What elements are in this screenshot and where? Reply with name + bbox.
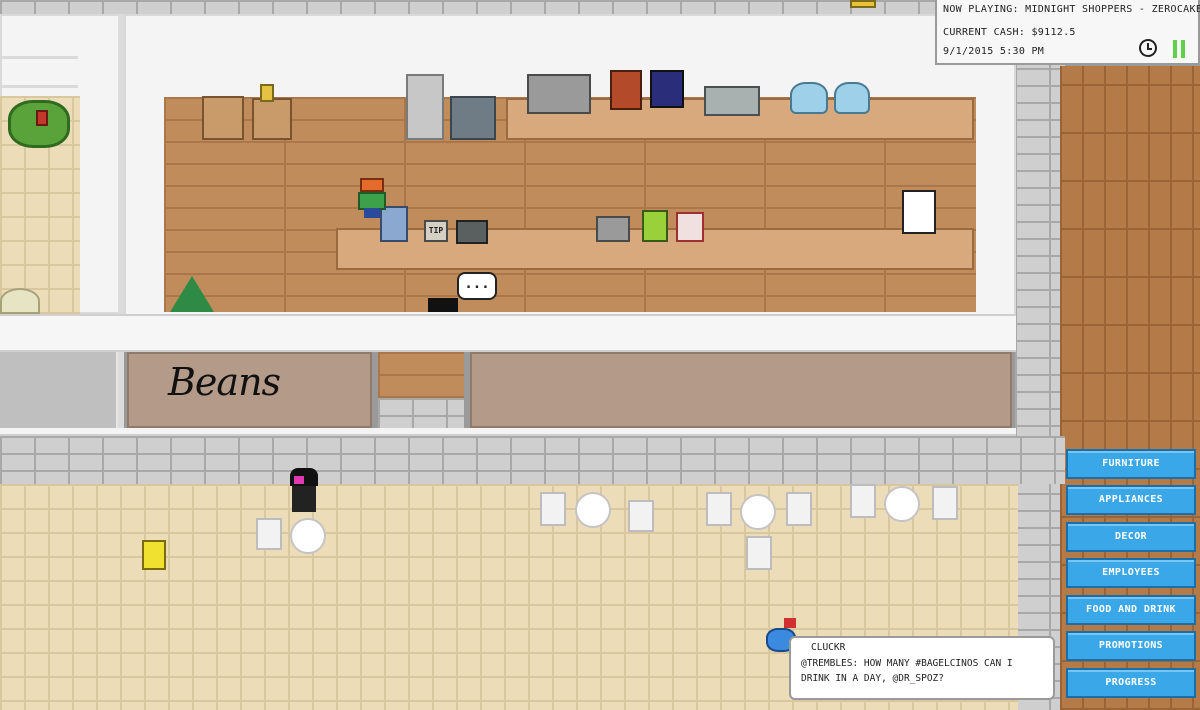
fridge xyxy=(406,74,444,140)
rooftop-sprite xyxy=(850,0,876,8)
chair[interactable] xyxy=(746,536,772,570)
plant-flower xyxy=(36,110,48,126)
chair[interactable] xyxy=(706,492,732,526)
speech-bubble: ... xyxy=(457,272,497,300)
table[interactable] xyxy=(884,486,920,522)
chat-bubble: Cluckr @trembles: how many #bagelcinos c… xyxy=(789,636,1055,700)
game-world: Beans TIP ... xyxy=(0,0,1200,710)
entrance-floor xyxy=(378,352,464,398)
storefront-band xyxy=(0,314,1016,352)
window-sill xyxy=(0,428,1016,436)
speech-text: ... xyxy=(464,276,490,292)
chair[interactable] xyxy=(786,492,812,526)
pause-icon[interactable] xyxy=(1171,40,1187,58)
bookshelf-1 xyxy=(202,96,244,140)
clock-icon[interactable] xyxy=(1139,39,1157,57)
now-playing: Now Playing: Midnight Shoppers - Zerocak… xyxy=(943,4,1200,15)
chair[interactable] xyxy=(932,486,958,520)
shop-window-right xyxy=(470,352,1012,428)
microwave-appliance xyxy=(650,70,684,108)
tip-jar-label: TIP xyxy=(428,226,444,235)
customer-character[interactable] xyxy=(290,468,320,512)
tree-decor xyxy=(170,276,214,312)
barista-character[interactable] xyxy=(358,178,388,218)
left-wall-lines xyxy=(0,56,78,88)
barista-legs xyxy=(364,208,380,218)
card-reader xyxy=(456,220,488,244)
table[interactable] xyxy=(740,494,776,530)
espresso-machine xyxy=(527,74,591,114)
chat-username: Cluckr xyxy=(811,642,846,653)
coffee-grinder xyxy=(596,216,630,242)
furniture-button[interactable]: Furniture xyxy=(1066,449,1196,479)
chat-message: @trembles: how many #bagelcinos can i dr… xyxy=(801,658,1013,684)
progress-button[interactable]: Progress xyxy=(1066,668,1196,698)
cake-display xyxy=(676,212,704,242)
cat-npc xyxy=(428,298,458,312)
cash-register xyxy=(704,86,760,116)
blender-2 xyxy=(834,82,870,114)
food-and-drink-button[interactable]: Food and Drink xyxy=(1066,595,1196,625)
employees-button[interactable]: Employees xyxy=(1066,558,1196,588)
chair[interactable] xyxy=(850,484,876,518)
bookshelf-2 xyxy=(252,98,292,140)
sidewalk xyxy=(0,436,1065,484)
oven xyxy=(450,96,496,140)
table[interactable] xyxy=(290,518,326,554)
barista-hair xyxy=(360,178,384,192)
left-storefront xyxy=(0,352,118,434)
customer-accent xyxy=(294,476,304,484)
chair[interactable] xyxy=(628,500,654,532)
menu-board xyxy=(902,190,936,234)
bottle-decor xyxy=(260,84,274,102)
table[interactable] xyxy=(575,492,611,528)
chair[interactable] xyxy=(540,492,566,526)
customer-body xyxy=(292,486,316,512)
shop-sign: Beans xyxy=(168,360,281,404)
top-brick-strip xyxy=(0,0,935,14)
juice-jar xyxy=(642,210,668,242)
toaster-appliance xyxy=(610,70,642,110)
tip-jar: TIP xyxy=(424,220,448,242)
divider-bar xyxy=(118,14,124,434)
appliances-button[interactable]: Appliances xyxy=(1066,485,1196,515)
bird-crest xyxy=(784,618,796,628)
current-cash: Current Cash: $9112.5 xyxy=(943,27,1076,38)
status-panel: Now Playing: Midnight Shoppers - Zerocak… xyxy=(935,0,1200,65)
game-datetime: 9/1/2015 5:30 PM xyxy=(943,46,1045,57)
blender-1 xyxy=(790,82,828,114)
wet-floor-sign xyxy=(142,540,166,570)
decor-button[interactable]: Decor xyxy=(1066,522,1196,552)
right-brick-wall xyxy=(1015,0,1065,710)
chair[interactable] xyxy=(256,518,282,550)
bush-decor xyxy=(0,288,40,314)
promotions-button[interactable]: Promotions xyxy=(1066,631,1196,661)
